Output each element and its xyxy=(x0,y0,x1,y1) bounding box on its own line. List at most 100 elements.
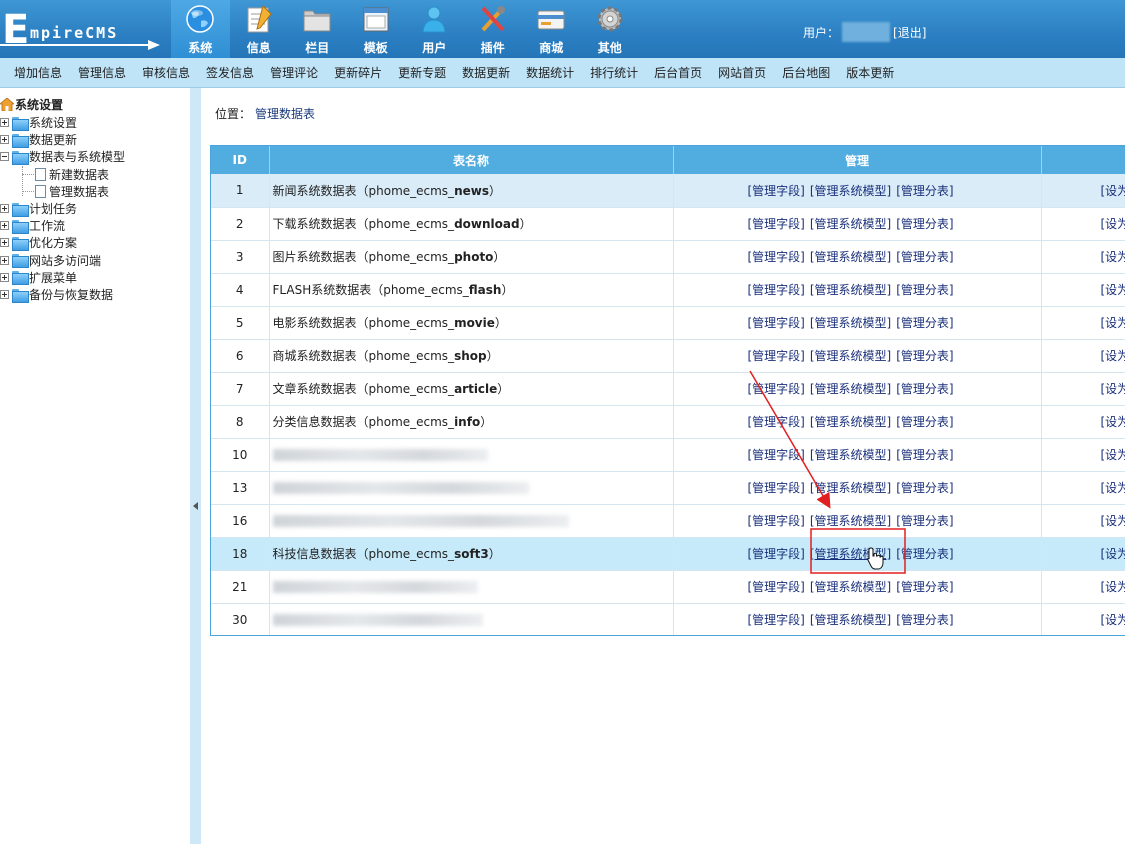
subnav-item[interactable]: 排行统计 xyxy=(582,64,646,81)
set-default-link[interactable]: [设为 xyxy=(1101,349,1125,363)
manage-model-link[interactable]: [管理系统模型] xyxy=(810,250,891,264)
set-default-link[interactable]: [设为 xyxy=(1101,382,1125,396)
manage-model-link[interactable]: [管理系统模型] xyxy=(810,448,891,462)
set-default-link[interactable]: [设为 xyxy=(1101,580,1125,594)
manage-fields-link[interactable]: [管理字段] xyxy=(748,547,805,561)
manage-fields-link[interactable]: [管理字段] xyxy=(748,415,805,429)
expand-toggle-icon[interactable] xyxy=(0,290,9,299)
manage-subtable-link[interactable]: [管理分表] xyxy=(896,184,953,198)
sidebar-toggle[interactable] xyxy=(190,88,201,844)
tree-item[interactable]: 扩展菜单 xyxy=(0,269,77,286)
set-default-link[interactable]: [设为 xyxy=(1101,250,1125,264)
expand-toggle-icon[interactable] xyxy=(0,238,9,248)
subnav-item[interactable]: 签发信息 xyxy=(198,64,262,81)
set-default-link[interactable]: [设为 xyxy=(1101,613,1125,627)
set-default-link[interactable]: [设为 xyxy=(1101,547,1125,561)
manage-model-link[interactable]: [管理系统模型] xyxy=(810,514,891,528)
manage-fields-link[interactable]: [管理字段] xyxy=(748,481,805,495)
expand-toggle-icon[interactable] xyxy=(0,118,9,127)
manage-subtable-link[interactable]: [管理分表] xyxy=(896,481,953,495)
manage-subtable-link[interactable]: [管理分表] xyxy=(896,547,953,561)
manage-model-link[interactable]: [管理系统模型] xyxy=(810,283,891,297)
manage-subtable-link[interactable]: [管理分表] xyxy=(896,514,953,528)
set-default-link[interactable]: [设为 xyxy=(1101,448,1125,462)
manage-subtable-link[interactable]: [管理分表] xyxy=(896,316,953,330)
tree-item[interactable]: 系统设置 xyxy=(0,114,77,131)
set-default-link[interactable]: [设为 xyxy=(1101,514,1125,528)
nav-item-0[interactable]: 系统 xyxy=(171,0,230,58)
manage-fields-link[interactable]: [管理字段] xyxy=(748,316,805,330)
tree-root[interactable]: 系统设置 xyxy=(0,96,63,113)
manage-model-link[interactable]: [管理系统模型] xyxy=(810,382,891,396)
manage-fields-link[interactable]: [管理字段] xyxy=(748,514,805,528)
set-default-link[interactable]: [设为 xyxy=(1101,217,1125,231)
manage-fields-link[interactable]: [管理字段] xyxy=(748,250,805,264)
subnav-item[interactable]: 版本更新 xyxy=(838,64,902,81)
manage-model-link[interactable]: [管理系统模型] xyxy=(810,349,891,363)
expand-toggle-icon[interactable] xyxy=(0,221,9,231)
manage-subtable-link[interactable]: [管理分表] xyxy=(896,382,953,396)
expand-toggle-icon[interactable] xyxy=(0,255,9,265)
manage-fields-link[interactable]: [管理字段] xyxy=(748,184,805,198)
manage-model-link[interactable]: [管理系统模型] xyxy=(810,481,891,495)
manage-subtable-link[interactable]: [管理分表] xyxy=(896,580,953,594)
subnav-item[interactable]: 后台地图 xyxy=(774,64,838,81)
manage-fields-link[interactable]: [管理字段] xyxy=(748,613,805,627)
tree-item[interactable]: 数据更新 xyxy=(0,131,77,148)
nav-item-4[interactable]: 用户 xyxy=(405,0,464,58)
manage-model-link[interactable]: [管理系统模型] xyxy=(810,316,891,330)
manage-subtable-link[interactable]: [管理分表] xyxy=(896,283,953,297)
logout-link[interactable]: [退出] xyxy=(893,24,926,41)
manage-subtable-link[interactable]: [管理分表] xyxy=(896,448,953,462)
set-default-link[interactable]: [设为 xyxy=(1101,415,1125,429)
expand-toggle-icon[interactable] xyxy=(0,204,9,213)
tree-item[interactable]: 备份与恢复数据 xyxy=(0,286,113,303)
manage-model-link[interactable]: [管理系统模型] xyxy=(810,415,891,429)
manage-fields-link[interactable]: [管理字段] xyxy=(748,217,805,231)
expand-toggle-icon[interactable] xyxy=(0,135,9,145)
subnav-item[interactable]: 数据统计 xyxy=(518,64,582,81)
manage-fields-link[interactable]: [管理字段] xyxy=(748,382,805,396)
tree-item[interactable]: 工作流 xyxy=(0,217,65,234)
subnav-item[interactable]: 网站首页 xyxy=(710,64,774,81)
set-default-link[interactable]: [设为 xyxy=(1101,481,1125,495)
manage-fields-link[interactable]: [管理字段] xyxy=(748,448,805,462)
manage-subtable-link[interactable]: [管理分表] xyxy=(896,217,953,231)
nav-item-3[interactable]: 模板 xyxy=(347,0,406,58)
set-default-link[interactable]: [设为 xyxy=(1101,283,1125,297)
subnav-item[interactable]: 管理评论 xyxy=(262,64,326,81)
tree-item[interactable]: 优化方案 xyxy=(0,234,77,251)
tree-item[interactable]: 数据表与系统模型 xyxy=(0,148,125,165)
manage-subtable-link[interactable]: [管理分表] xyxy=(896,250,953,264)
nav-item-2[interactable]: 栏目 xyxy=(288,0,347,58)
breadcrumb-link[interactable]: 管理数据表 xyxy=(255,107,315,121)
nav-item-5[interactable]: 插件 xyxy=(464,0,523,58)
subnav-item[interactable]: 审核信息 xyxy=(134,64,198,81)
tree-item[interactable]: 网站多访问端 xyxy=(0,252,101,269)
nav-item-6[interactable]: 商城 xyxy=(522,0,581,58)
nav-item-7[interactable]: 其他 xyxy=(581,0,640,58)
expand-toggle-icon[interactable] xyxy=(0,272,9,282)
tree-item[interactable]: 计划任务 xyxy=(0,200,77,217)
manage-model-link[interactable]: [管理系统模型] xyxy=(810,184,891,198)
manage-subtable-link[interactable]: [管理分表] xyxy=(896,613,953,627)
manage-model-link[interactable]: [管理系统模型] xyxy=(810,217,891,231)
subnav-item[interactable]: 增加信息 xyxy=(6,64,70,81)
tree-item[interactable]: 管理数据表 xyxy=(35,183,109,200)
tree-item[interactable]: 新建数据表 xyxy=(35,166,109,183)
manage-fields-link[interactable]: [管理字段] xyxy=(748,349,805,363)
subnav-item[interactable]: 数据更新 xyxy=(454,64,518,81)
manage-fields-link[interactable]: [管理字段] xyxy=(748,283,805,297)
manage-subtable-link[interactable]: [管理分表] xyxy=(896,349,953,363)
manage-subtable-link[interactable]: [管理分表] xyxy=(896,415,953,429)
subnav-item[interactable]: 管理信息 xyxy=(70,64,134,81)
set-default-link[interactable]: [设为 xyxy=(1101,184,1125,198)
nav-item-1[interactable]: 信息 xyxy=(230,0,289,58)
subnav-item[interactable]: 更新专题 xyxy=(390,64,454,81)
subnav-item[interactable]: 后台首页 xyxy=(646,64,710,81)
manage-fields-link[interactable]: [管理字段] xyxy=(748,580,805,594)
subnav-item[interactable]: 更新碎片 xyxy=(326,64,390,81)
manage-model-link[interactable]: [管理系统模型] xyxy=(810,547,891,561)
manage-model-link[interactable]: [管理系统模型] xyxy=(810,580,891,594)
manage-model-link[interactable]: [管理系统模型] xyxy=(810,613,891,627)
